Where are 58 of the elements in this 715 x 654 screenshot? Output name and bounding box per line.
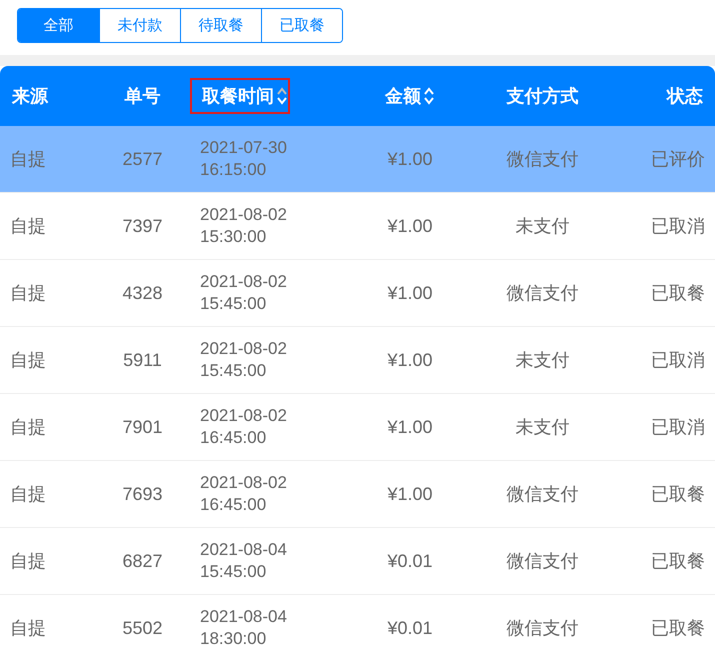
table-cell-text: 微信支付 [506,282,580,304]
table-cell-text: 未支付 [514,349,570,371]
table-cell-text: ¥1.00 [386,282,434,304]
column-title[interactable]: 金额 [385,84,421,108]
table-cell-text: 未支付 [514,215,570,237]
table-cell-text: 7397 [121,215,164,237]
table-cell-text: 4328 [121,282,164,304]
table-cell-text: 已取消 [650,349,706,371]
column-title: 来源 [12,85,48,108]
table-cell-text: 6827 [121,550,164,572]
table-cell-text: 微信支付 [506,550,580,572]
table-cell-text: ¥0.01 [386,617,434,639]
table-cell-text: 已取餐 [650,282,706,304]
table-cell-text: 自提 [9,349,47,371]
table-cell-text: 自提 [9,416,47,438]
table-cell-text: 自提 [9,483,47,505]
table-cell-text: 微信支付 [506,617,580,639]
table-cell-text: 已取餐 [650,483,706,505]
table-cell-text: 未支付 [514,416,570,438]
sort-icon[interactable] [423,86,435,106]
table-cell-text: 2021-08-02 16:45:00 [199,405,288,449]
column-title: 支付方式 [506,85,578,108]
table-cell-text: 2021-08-04 18:30:00 [199,606,288,650]
table-cell-text: 2577 [121,148,164,170]
table-cell-text: 2021-08-02 15:45:00 [199,338,288,382]
table-cell-text: ¥1.00 [386,215,434,237]
table-cell-text: 已取消 [650,215,706,237]
table-cell-text: 2021-07-30 16:15:00 [199,137,288,181]
table-cell-text: 已取消 [650,416,706,438]
table-cell-text: ¥1.00 [386,416,434,438]
table-cell-text: ¥1.00 [386,349,434,371]
table-cell-text: 自提 [9,215,47,237]
table-cell-text: 7693 [121,483,164,505]
table-cell-text: 自提 [9,148,47,170]
column-title: 状态 [667,85,703,108]
column-title[interactable]: 取餐时间 [202,84,274,108]
column-title: 单号 [124,85,160,108]
table-cell-text: 5911 [122,349,163,371]
table-cell-text: 2021-08-02 15:30:00 [199,204,288,248]
table-cell-text: 2021-08-02 16:45:00 [199,472,288,516]
table-cell-text: ¥1.00 [386,483,434,505]
table-cell-text: 已评价 [650,148,706,170]
table-cell-text: 自提 [9,617,47,639]
table-cell-text: 已取餐 [650,617,706,639]
sort-icon[interactable] [276,86,288,106]
table-cell-text: 7901 [121,416,164,438]
table-cell-text: 自提 [9,550,47,572]
table-cell-text: 微信支付 [506,483,580,505]
table-cell-text: ¥0.01 [386,550,434,572]
table-cell-text: 5502 [121,617,164,639]
table-cell-text: ¥1.00 [386,148,434,170]
filter-tab[interactable]: 全部 [18,9,99,42]
filter-tab[interactable]: 已取餐 [261,9,342,42]
table-cell-text: 2021-08-04 15:45:00 [199,539,288,583]
table-cell-text: 自提 [9,282,47,304]
table-cell-text: 微信支付 [506,148,580,170]
table-cell-text: 2021-08-02 15:45:00 [199,271,288,315]
table-cell-text: 已取餐 [650,550,706,572]
